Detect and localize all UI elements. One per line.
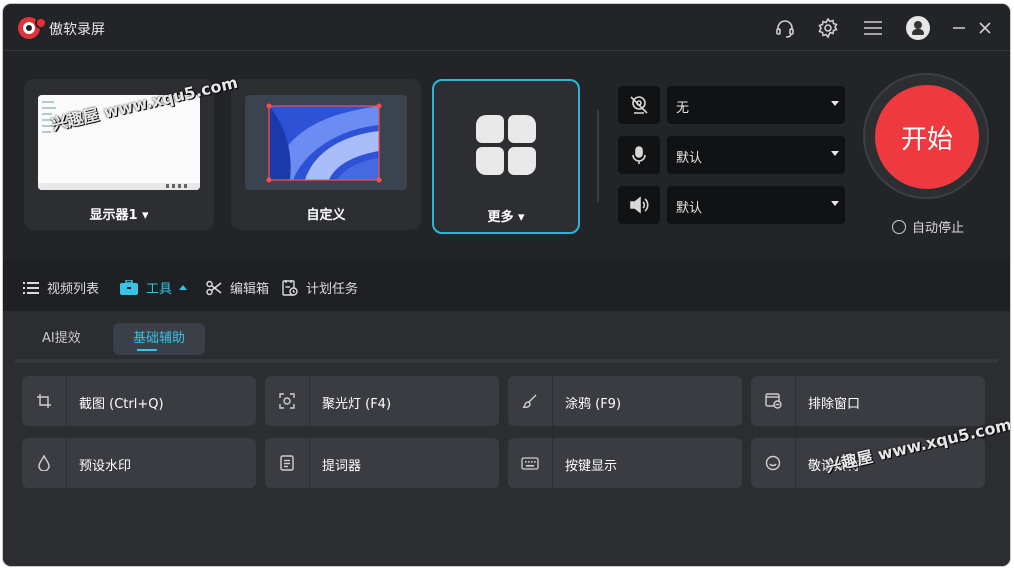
headset-icon[interactable]	[773, 16, 797, 40]
source-display-card[interactable]: 显示器1 ▾	[24, 79, 214, 230]
close-icon[interactable]	[973, 16, 997, 40]
keyboard-icon	[508, 438, 553, 488]
tab-scheduled-tasks[interactable]: 计划任务	[282, 278, 358, 297]
custom-region-thumbnail	[245, 95, 407, 190]
app-logo-dot	[35, 17, 47, 29]
source-custom-card[interactable]: 自定义	[231, 79, 421, 230]
start-record-button[interactable]: 开始	[875, 85, 979, 189]
tool-screenshot[interactable]: 截图 (Ctrl+Q)	[22, 376, 256, 426]
subtab-active-indicator	[137, 349, 157, 351]
tool-watermark-label: 预设水印	[79, 459, 132, 474]
tool-doodle[interactable]: 涂鸦 (F9)	[508, 376, 742, 426]
tab-video-list-label: 视频列表	[47, 282, 100, 297]
speaker-select[interactable]: 默认	[667, 186, 845, 224]
tool-coming-soon-label: 敬请期待	[808, 459, 861, 474]
subtab-basic[interactable]: 基础辅助	[113, 323, 205, 355]
tool-spotlight-label: 聚光灯 (F4)	[322, 397, 392, 412]
speaker-select-value: 默认	[676, 201, 703, 216]
watermark-icon	[22, 438, 67, 488]
tool-spotlight[interactable]: 聚光灯 (F4)	[265, 376, 499, 426]
subtab-divider	[15, 359, 998, 363]
avatar[interactable]	[906, 16, 930, 40]
subtab-basic-label: 基础辅助	[132, 331, 185, 346]
tab-video-list[interactable]: 视频列表	[23, 278, 99, 297]
crop-icon	[22, 376, 67, 426]
microphone-select-value: 默认	[676, 151, 703, 166]
title-bar: 傲软录屏	[3, 4, 1010, 50]
microphone-select[interactable]: 默认	[667, 136, 845, 174]
tool-exclude-window-label: 排除窗口	[808, 397, 861, 412]
chevron-down-icon	[831, 101, 839, 106]
custom-label: 自定义	[306, 208, 346, 223]
brush-icon	[508, 376, 553, 426]
camera-select-value: 无	[676, 101, 690, 116]
chevron-up-icon	[179, 285, 188, 290]
schedule-icon	[282, 279, 298, 296]
tab-editor[interactable]: 编辑箱	[206, 278, 269, 297]
tab-editor-label: 编辑箱	[230, 282, 270, 297]
chevron-down-icon	[831, 201, 839, 206]
tab-scheduled-tasks-label: 计划任务	[306, 282, 359, 297]
tool-doodle-label: 涂鸦 (F9)	[565, 397, 622, 412]
camera-select[interactable]: 无	[667, 86, 845, 124]
tool-tab-bar: 视频列表 工具 编辑箱 计划任务	[3, 261, 1010, 311]
display-thumbnail	[38, 95, 200, 190]
tool-coming-soon[interactable]: 敬请期待	[751, 438, 985, 488]
microphone-icon[interactable]	[618, 136, 660, 174]
menu-icon[interactable]	[861, 16, 885, 40]
gear-icon[interactable]	[816, 16, 840, 40]
tool-screenshot-label: 截图 (Ctrl+Q)	[79, 397, 164, 412]
toolbox-icon	[120, 280, 138, 295]
tab-tools[interactable]: 工具	[120, 278, 188, 297]
app-window: 傲软录屏 显示器1 ▾ 自定义 更多 ▾ 无 默认 默认 开始 自动停止 视频列…	[3, 4, 1010, 566]
tab-tools-label: 工具	[146, 282, 173, 297]
tool-watermark[interactable]: 预设水印	[22, 438, 256, 488]
tool-exclude-window[interactable]: 排除窗口	[751, 376, 985, 426]
tools-panel: AI提效 基础辅助 截图 (Ctrl+Q) 聚光灯 (F4) 涂鸦 (F9) 排…	[3, 311, 1010, 566]
tool-teleprompter[interactable]: 提词器	[265, 438, 499, 488]
camera-off-icon[interactable]	[618, 86, 660, 124]
tool-key-display-label: 按键显示	[565, 459, 618, 474]
grid-icon	[476, 115, 538, 177]
auto-stop-option[interactable]: 自动停止	[892, 217, 964, 236]
smile-icon	[751, 438, 796, 488]
title-divider	[3, 50, 1010, 51]
speaker-icon[interactable]	[618, 186, 660, 224]
auto-stop-radio[interactable]	[892, 219, 906, 234]
scissors-icon	[206, 280, 222, 296]
list-icon	[23, 281, 39, 295]
source-more-card[interactable]: 更多 ▾	[432, 79, 580, 234]
display-label: 显示器1 ▾	[89, 208, 149, 223]
more-label: 更多 ▾	[487, 210, 525, 225]
chevron-down-icon	[831, 151, 839, 156]
minimize-icon[interactable]	[947, 16, 971, 40]
tool-teleprompter-label: 提词器	[322, 459, 362, 474]
teleprompter-icon	[265, 438, 310, 488]
exclude-window-icon	[751, 376, 796, 426]
spotlight-icon	[265, 376, 310, 426]
subtab-ai[interactable]: AI提效	[30, 323, 93, 355]
tool-key-display[interactable]: 按键显示	[508, 438, 742, 488]
auto-stop-label: 自动停止	[912, 221, 965, 236]
vertical-divider	[597, 110, 599, 202]
app-title: 傲软录屏	[49, 22, 105, 38]
